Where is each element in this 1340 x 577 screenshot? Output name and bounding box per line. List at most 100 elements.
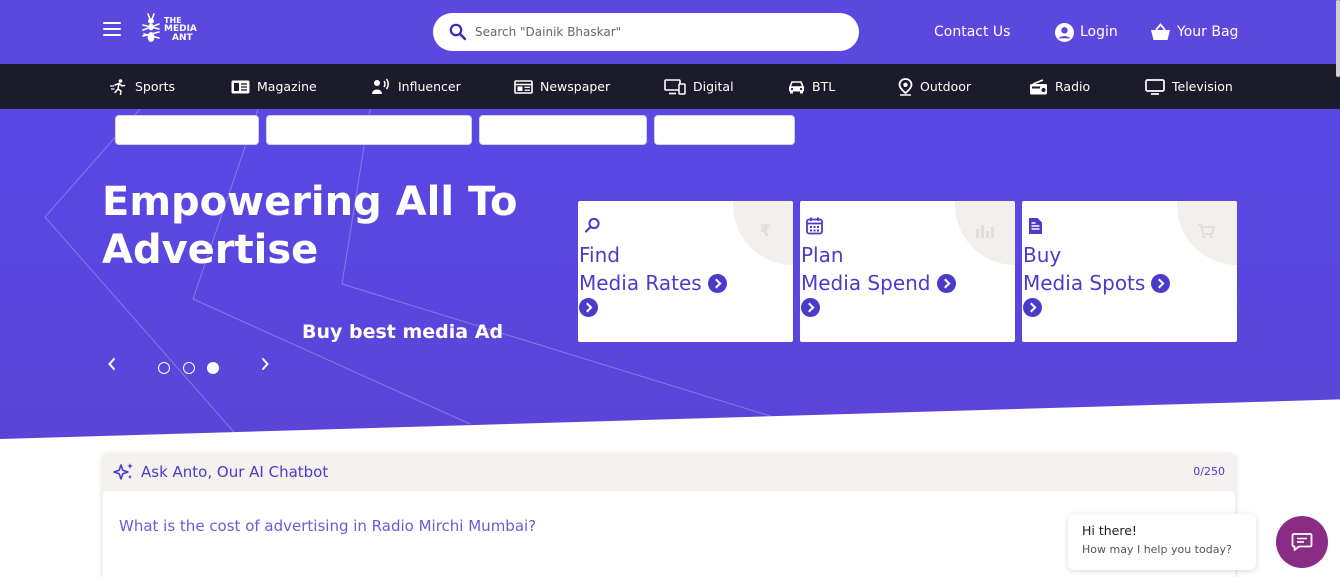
plan-media-spend-card[interactable]: Plan Media Spend xyxy=(800,201,1015,342)
nav-label-digital: Digital xyxy=(693,79,734,94)
chat-launcher-button[interactable] xyxy=(1276,516,1328,568)
logo-text-ant: ANT xyxy=(172,32,193,43)
suggestion-chip[interactable] xyxy=(479,115,647,145)
card-line1: Find xyxy=(579,243,620,267)
chevron-right-icon xyxy=(262,358,269,370)
magazine-icon xyxy=(231,80,250,93)
sparkle-icon xyxy=(113,463,133,480)
arrow-circle-icon xyxy=(579,298,598,317)
ant-logo-icon xyxy=(142,13,160,42)
chatbot-title: Ask Anto, Our AI Chatbot xyxy=(141,463,329,481)
nav-label-radio: Radio xyxy=(1055,79,1091,94)
hero-subtitle: Buy best media Ad xyxy=(302,321,504,343)
find-media-rates-card[interactable]: ₹ Find Media Rates xyxy=(578,201,793,342)
card-line2: Media Rates xyxy=(579,271,727,295)
buy-media-spots-card[interactable]: Buy Media Spots xyxy=(1022,201,1237,342)
newspaper-icon xyxy=(514,79,533,94)
carousel-dot-1[interactable] xyxy=(158,362,170,374)
search-icon xyxy=(584,217,600,233)
card-arrow xyxy=(1023,298,1042,321)
nav-item-radio[interactable]: Radio xyxy=(1029,64,1090,109)
monitor-icon xyxy=(1145,78,1165,95)
card-line2-text: Media Spots xyxy=(1023,271,1146,295)
hero-title: Empowering All To Advertise xyxy=(102,179,518,273)
carousel-dot-3[interactable] xyxy=(207,362,219,374)
your-bag-label: Your Bag xyxy=(1177,24,1239,40)
radio-icon xyxy=(1030,78,1047,94)
rupee-icon: ₹ xyxy=(759,221,771,240)
suggestion-chip[interactable] xyxy=(115,115,259,145)
nav-label-magazine: Magazine xyxy=(257,79,317,94)
login-label: Login xyxy=(1080,24,1118,40)
logo[interactable]: THE MEDIA ANT xyxy=(140,12,197,46)
carousel-next-button[interactable] xyxy=(260,355,270,376)
nav-label-influencer: Influencer xyxy=(398,79,461,94)
influencer-icon xyxy=(372,78,389,94)
char-counter: 0/250 xyxy=(1193,465,1225,478)
nav-item-influencer[interactable]: Influencer xyxy=(372,64,461,109)
card-decoration xyxy=(1177,201,1237,265)
page: THE MEDIA ANT Contact Us Login Your Bag … xyxy=(0,0,1340,577)
search-bar[interactable] xyxy=(433,13,859,51)
bar-chart-icon xyxy=(976,225,994,238)
suggestion-chip[interactable] xyxy=(266,115,472,145)
chevron-left-icon xyxy=(108,358,115,370)
category-nav: Sports Magazine Influencer Newspaper Dig… xyxy=(0,64,1340,109)
card-line1: Plan xyxy=(801,243,844,267)
ai-chatbot-panel: Ask Anto, Our AI Chatbot 0/250 xyxy=(101,453,1237,577)
help-title: Hi there! xyxy=(1082,523,1137,538)
hero-banner: Empowering All To Advertise Buy best med… xyxy=(0,109,1340,439)
chatbot-input-area xyxy=(103,491,1235,577)
top-header: THE MEDIA ANT Contact Us Login Your Bag xyxy=(0,0,1340,64)
nav-item-digital[interactable]: Digital xyxy=(664,64,734,109)
nav-item-outdoor[interactable]: Outdoor xyxy=(898,64,971,109)
nav-item-newspaper[interactable]: Newspaper xyxy=(514,64,610,109)
contact-us-link[interactable]: Contact Us xyxy=(934,0,1010,64)
carousel-dot-2[interactable] xyxy=(183,362,195,374)
user-circle-icon xyxy=(1055,22,1074,42)
card-line1: Buy xyxy=(1023,243,1062,267)
search-input[interactable] xyxy=(475,25,835,39)
card-decoration xyxy=(955,201,1015,265)
suggestion-chip[interactable] xyxy=(654,115,795,145)
help-message-bubble[interactable]: Hi there! How may I help you today? xyxy=(1068,514,1256,570)
card-arrow xyxy=(801,298,820,321)
nav-label-btl: BTL xyxy=(812,79,836,94)
chatbot-question-input[interactable] xyxy=(119,517,1019,535)
location-pin-icon xyxy=(898,77,913,96)
chatbot-header: Ask Anto, Our AI Chatbot xyxy=(113,462,328,482)
nav-item-television[interactable]: Television xyxy=(1145,64,1233,109)
card-line2-text: Media Spend xyxy=(801,271,931,295)
card-line2-text: Media Rates xyxy=(579,271,702,295)
arrow-circle-icon xyxy=(1023,298,1042,317)
nav-item-magazine[interactable]: Magazine xyxy=(231,64,317,109)
cart-icon xyxy=(1198,224,1215,239)
digital-devices-icon xyxy=(664,78,686,95)
arrow-circle-icon xyxy=(936,273,956,293)
chat-bubble-icon xyxy=(1291,533,1313,551)
menu-icon[interactable] xyxy=(103,22,121,36)
nav-label-sports: Sports xyxy=(135,79,176,94)
nav-label-outdoor: Outdoor xyxy=(920,79,972,94)
card-decoration: ₹ xyxy=(733,201,793,265)
nav-item-sports[interactable]: Sports xyxy=(110,64,175,109)
card-line2: Media Spots xyxy=(1023,271,1171,295)
card-line2: Media Spend xyxy=(801,271,956,295)
calendar-icon xyxy=(806,217,823,235)
contact-us-label: Contact Us xyxy=(934,24,1011,40)
runner-icon xyxy=(110,78,126,95)
carousel-prev-button[interactable] xyxy=(107,355,117,376)
arrow-circle-icon xyxy=(801,298,820,317)
page-scrollbar[interactable] xyxy=(1336,0,1340,77)
basket-icon xyxy=(1151,23,1170,40)
your-bag-button[interactable]: Your Bag xyxy=(1150,0,1238,64)
card-arrow xyxy=(579,298,598,321)
document-icon xyxy=(1029,218,1042,234)
nav-label-television: Television xyxy=(1172,79,1233,94)
nav-label-newspaper: Newspaper xyxy=(540,79,611,94)
arrow-circle-icon xyxy=(1151,273,1171,293)
login-button[interactable]: Login xyxy=(1055,0,1118,64)
arrow-circle-icon xyxy=(707,273,727,293)
car-icon xyxy=(788,80,805,93)
nav-item-btl[interactable]: BTL xyxy=(788,64,835,109)
